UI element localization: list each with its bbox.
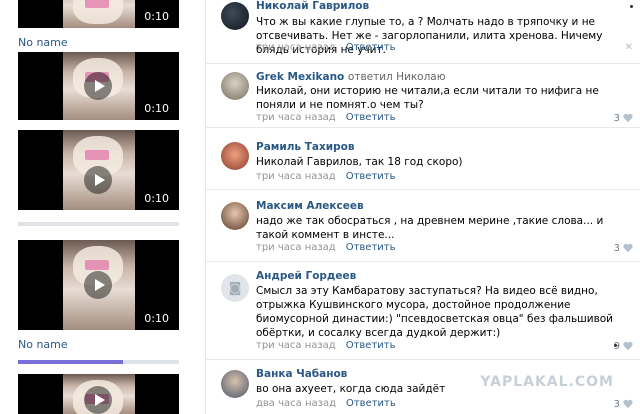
comment-author[interactable]: Ванка Чабанов: [256, 368, 347, 380]
video-thumb-3[interactable]: 0:10: [18, 130, 179, 210]
avatar[interactable]: [221, 142, 249, 170]
comment-author[interactable]: Рамиль Тахиров: [256, 141, 354, 153]
video-thumb-5[interactable]: [18, 374, 179, 414]
reply-link[interactable]: Ответить: [346, 242, 396, 253]
reply-link[interactable]: Ответить: [346, 340, 396, 351]
comment-author[interactable]: Андрей Гордеев: [256, 270, 356, 282]
avatar[interactable]: [221, 202, 249, 230]
author-name[interactable]: Grek Mexikano: [256, 71, 344, 83]
comment-meta: три часа назад Ответить: [256, 42, 396, 53]
video-duration: 0:10: [144, 10, 169, 23]
comment-author[interactable]: Максим Алексеев: [256, 200, 364, 212]
avatar[interactable]: [221, 2, 249, 30]
avatar[interactable]: ◙: [221, 274, 249, 302]
reply-link[interactable]: Ответить: [346, 171, 396, 182]
menu-dot-icon[interactable]: [614, 344, 617, 347]
watermark: YAPLAKAL.COM: [480, 374, 614, 390]
comments-feed: Николай Гаврилов Что ж вы какие глупые т…: [205, 0, 640, 414]
comment-author[interactable]: Николай Гаврилов: [256, 0, 369, 12]
reply-to-label: ответил Николаю: [347, 71, 446, 83]
comment-text: Николай Гаврилов, так 18 год скоро): [256, 156, 463, 168]
avatar[interactable]: [221, 72, 249, 100]
reply-link[interactable]: Ответить: [346, 398, 396, 409]
comment-meta: три часа назад Ответить: [256, 340, 396, 351]
video-progress-bar-2: [18, 360, 179, 364]
video-duration: 0:10: [144, 102, 169, 115]
comment-meta: три часа назад Ответить: [256, 242, 396, 253]
video-title[interactable]: No name: [18, 338, 68, 351]
video-progress-bar: [18, 222, 179, 226]
comment-time[interactable]: три часа назад: [256, 242, 336, 253]
comment-item: Николай Гаврилов Что ж вы какие глупые т…: [206, 0, 640, 64]
video-duration: 0:10: [144, 192, 169, 205]
like-count: 3: [613, 399, 620, 410]
heart-icon: [623, 342, 633, 352]
comment-text: Смысл за эту Камбаратову заступаться? На…: [256, 285, 613, 339]
like-button[interactable]: 3: [614, 399, 633, 410]
reply-link[interactable]: Ответить: [346, 112, 396, 123]
comment-meta: два часа назад Ответить: [256, 398, 396, 409]
video-thumb-1[interactable]: 0:10: [18, 0, 179, 28]
comment-text: надо же так обосраться , на древнем мери…: [256, 215, 604, 241]
like-button[interactable]: 3: [614, 243, 633, 254]
avatar[interactable]: [221, 370, 249, 398]
like-button[interactable]: 3: [614, 113, 633, 124]
comment-time[interactable]: три часа назад: [256, 340, 336, 351]
heart-icon: [623, 400, 633, 410]
reply-link[interactable]: Ответить: [346, 42, 396, 53]
comment-time[interactable]: два часа назад: [256, 398, 336, 409]
like-count: 3: [613, 243, 620, 254]
delete-icon[interactable]: ✕: [625, 42, 633, 53]
heart-icon: [623, 244, 633, 254]
comment-meta: три часа назад Ответить: [256, 112, 396, 123]
comment-item: Grek Mexikano ответил Николаю Николай, о…: [206, 64, 640, 128]
video-duration: 0:10: [144, 312, 169, 325]
comment-item: Максим Алексеев надо же так обосраться ,…: [206, 190, 640, 262]
like-count: 3: [613, 113, 620, 124]
page-root: 0:10 No name 0:10 0:10 0:10 No name Нико…: [0, 0, 640, 414]
comment-item: Рамиль Тахиров Николай Гаврилов, так 18 …: [206, 128, 640, 190]
comment-meta: три часа назад Ответить: [256, 171, 396, 182]
video-thumbnail-image: [63, 0, 135, 28]
video-thumb-2[interactable]: 0:10: [18, 52, 179, 120]
comment-time[interactable]: три часа назад: [256, 42, 336, 53]
menu-dot-icon[interactable]: [630, 5, 633, 8]
video-list: 0:10 No name 0:10 0:10 0:10 No name: [0, 0, 205, 414]
comment-author[interactable]: Grek Mexikano ответил Николаю: [256, 71, 446, 83]
play-icon[interactable]: [84, 72, 112, 100]
comment-item: ◙ Андрей Гордеев Смысл за эту Камбаратов…: [206, 262, 640, 360]
play-icon[interactable]: [84, 166, 112, 194]
video-title[interactable]: No name: [18, 36, 68, 49]
video-thumb-4[interactable]: 0:10: [18, 240, 179, 330]
comment-time[interactable]: три часа назад: [256, 112, 336, 123]
comment-time[interactable]: три часа назад: [256, 171, 336, 182]
video-panel: 0:10 No name 0:10 0:10 0:10 No name: [0, 0, 205, 414]
video-progress-fill: [18, 360, 123, 364]
camera-icon: ◙: [228, 280, 242, 296]
heart-icon: [623, 114, 633, 124]
play-icon[interactable]: [84, 271, 112, 299]
comment-text: Николай, они историю не читали,а если чи…: [256, 85, 599, 111]
play-icon[interactable]: [84, 386, 112, 414]
